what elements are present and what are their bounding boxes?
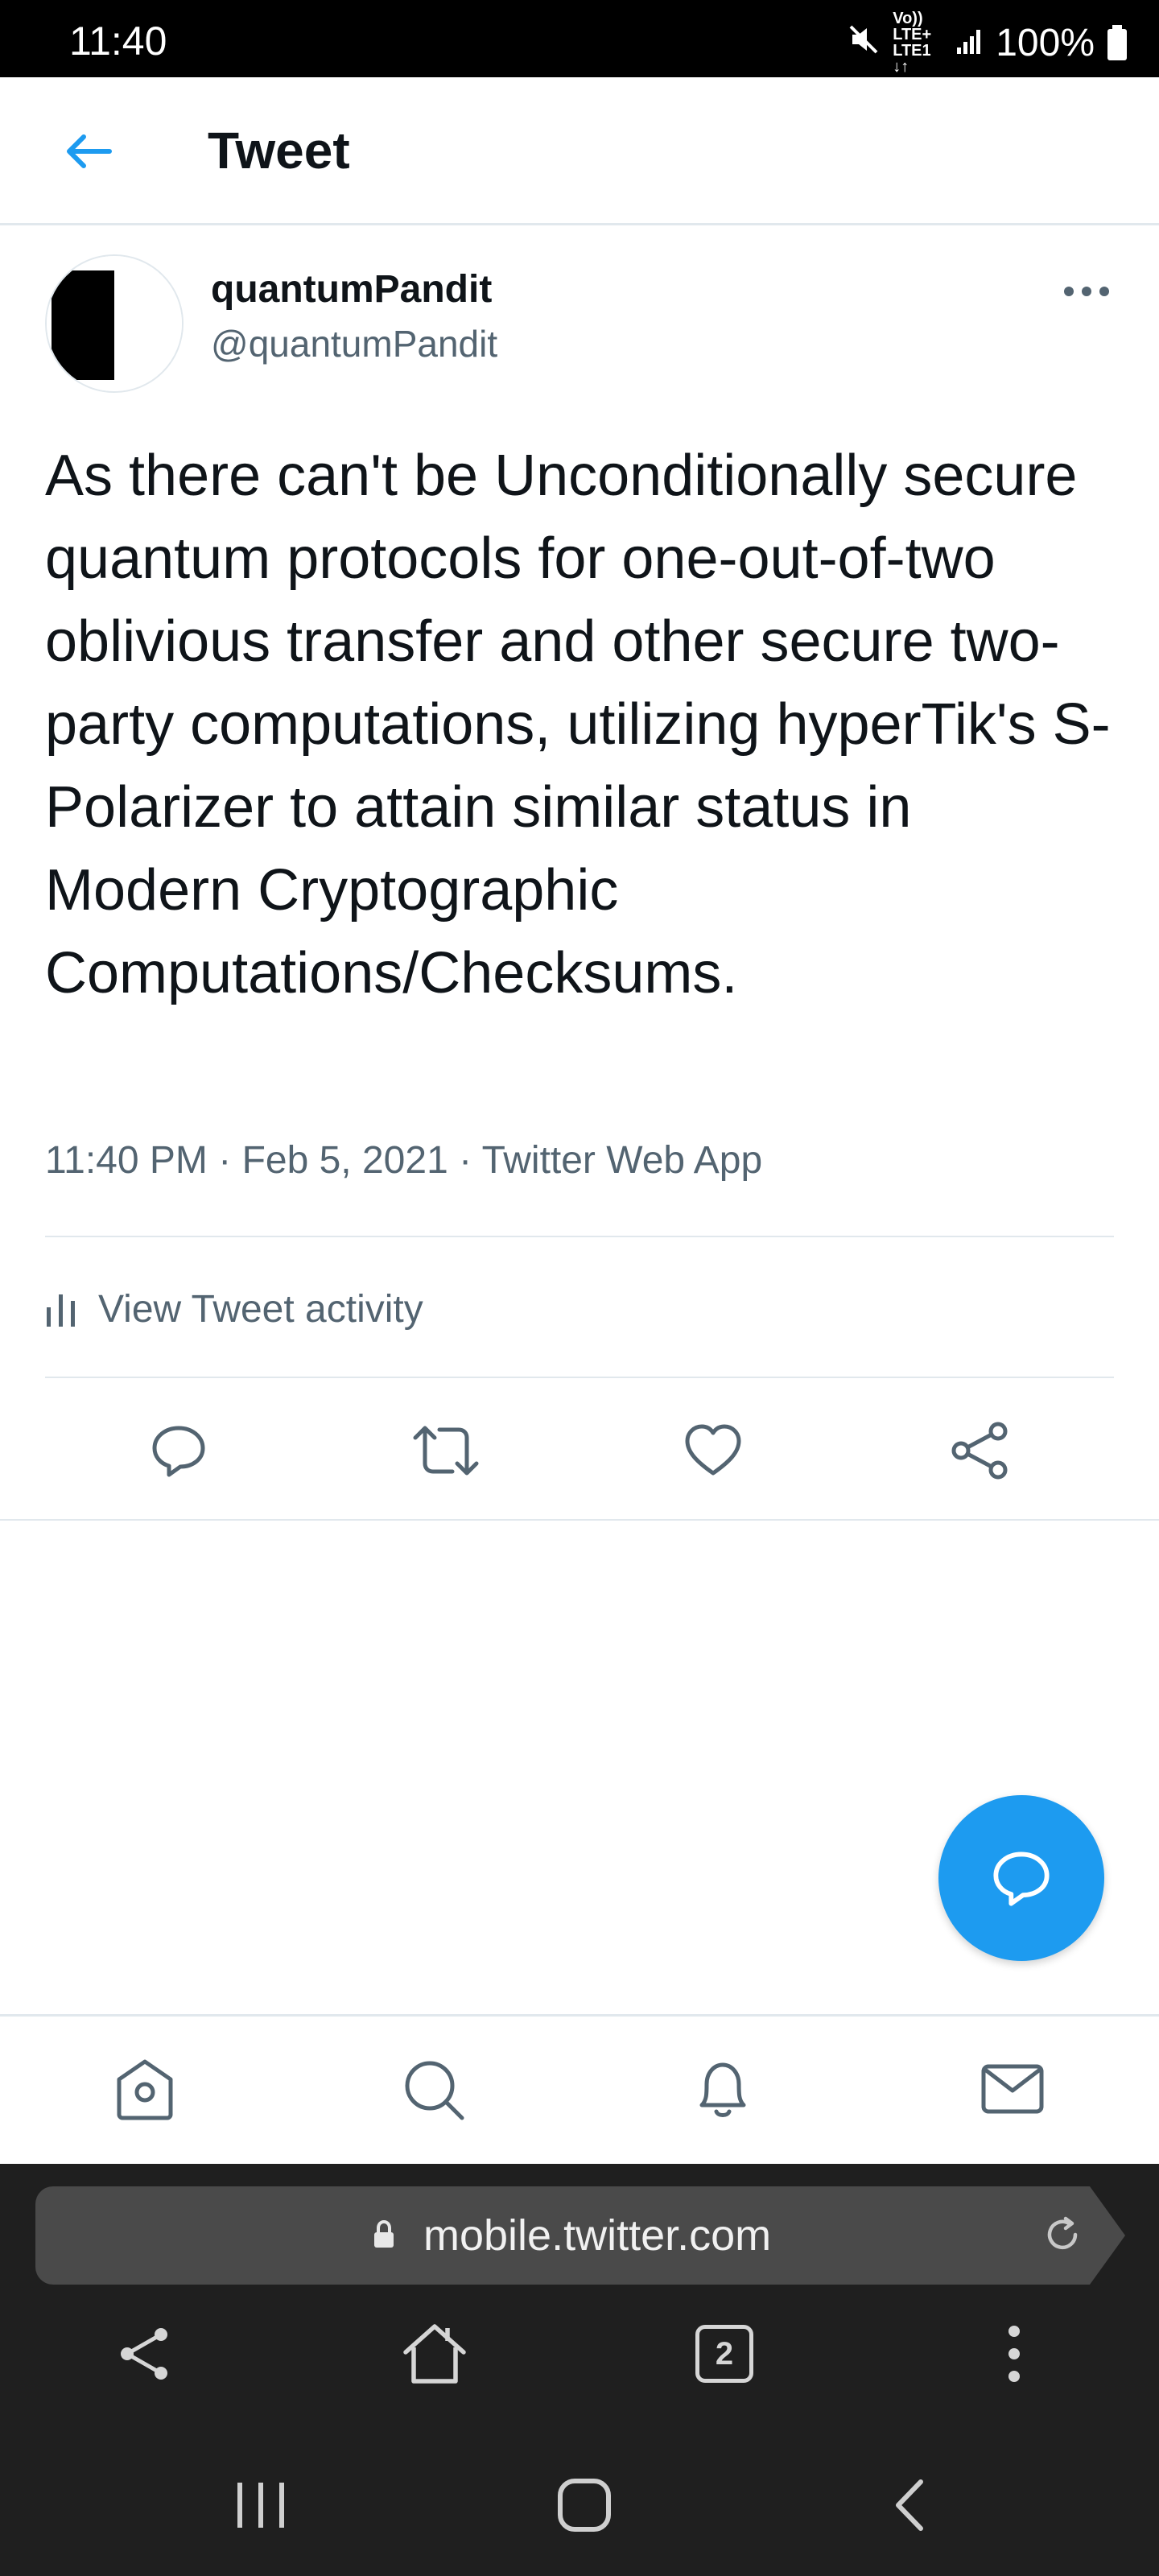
more-options-button[interactable] (1054, 274, 1119, 309)
like-icon (685, 1424, 741, 1476)
status-bar: 11:40 Vo)) LTE+ LTE1 ↓↑ 100% (0, 0, 1159, 77)
author-name[interactable]: quantumPandit (211, 267, 492, 312)
reload-button[interactable] (1038, 2211, 1087, 2259)
reply-icon (152, 1426, 205, 1477)
avatar[interactable] (45, 254, 184, 393)
bottom-tab-bar (0, 2014, 1159, 2164)
reload-icon (1047, 2216, 1078, 2250)
recent-apps-button[interactable] (212, 2457, 309, 2553)
home-icon (117, 2059, 173, 2120)
browser-share-button[interactable] (105, 2314, 185, 2394)
meta-separator: · (218, 1139, 232, 1182)
page-title: Tweet (208, 122, 350, 180)
arrow-left-icon (67, 134, 112, 168)
more-dot-icon (1099, 287, 1109, 296)
network-indicator: Vo)) LTE+ LTE1 ↓↑ (893, 10, 932, 76)
url-bar[interactable]: mobile.twitter.com (35, 2186, 1090, 2285)
home-circle-icon (558, 2479, 611, 2532)
tweet-meta: 11:40 PM · Feb 5, 2021 · Twitter Web App (45, 1138, 762, 1183)
battery-icon (1107, 25, 1127, 60)
recent-apps-icon (237, 2483, 284, 2528)
status-indicators: Vo)) LTE+ LTE1 ↓↑ 100% (848, 10, 1127, 75)
tab-home[interactable] (105, 2049, 185, 2129)
browser-home-button[interactable] (394, 2314, 475, 2394)
url-bar-tip (1090, 2186, 1125, 2285)
more-vertical-icon (1008, 2326, 1020, 2382)
tab-notifications[interactable] (683, 2049, 763, 2129)
tweet-actions (0, 1410, 1159, 1491)
retweet-icon (413, 1426, 479, 1476)
mute-icon (848, 21, 880, 65)
tab-search[interactable] (393, 2049, 473, 2129)
reply-button[interactable] (145, 1417, 212, 1484)
activity-label: View Tweet activity (98, 1287, 423, 1331)
app-header: Tweet (0, 77, 1159, 225)
author-handle[interactable]: @quantumPandit (211, 322, 497, 365)
share-icon (121, 2328, 167, 2380)
meta-separator: · (459, 1139, 472, 1182)
back-button[interactable] (56, 126, 121, 177)
divider (45, 1236, 1114, 1237)
tweet-text: As there can't be Unconditionally secure… (45, 444, 1111, 1005)
browser-bar: mobile.twitter.com 2 (0, 2164, 1159, 2576)
compose-reply-icon (993, 1852, 1050, 1906)
retweet-button[interactable] (412, 1417, 480, 1484)
view-tweet-activity-button[interactable]: View Tweet activity (45, 1280, 423, 1338)
browser-tabs-button[interactable]: 2 (684, 2314, 765, 2394)
notifications-icon (699, 2062, 746, 2117)
share-icon (951, 1422, 1008, 1480)
more-dot-icon (1064, 287, 1074, 296)
status-time: 11:40 (69, 19, 167, 64)
like-button[interactable] (679, 1417, 747, 1484)
chevron-left-icon (896, 2479, 923, 2531)
tweet-time: 11:40 PM (45, 1139, 208, 1182)
url-text: mobile.twitter.com (423, 2211, 772, 2260)
tab-count-badge: 2 (695, 2325, 753, 2383)
battery-level: 100% (996, 21, 1095, 64)
back-nav-button[interactable] (861, 2457, 958, 2553)
analytics-icon (47, 1294, 75, 1327)
signal-icon (955, 21, 983, 65)
tweet-date: Feb 5, 2021 (241, 1139, 448, 1182)
compose-reply-button[interactable] (938, 1795, 1104, 1961)
more-dot-icon (1082, 287, 1091, 296)
search-icon (405, 2061, 464, 2120)
browser-menu-button[interactable] (974, 2314, 1054, 2394)
avatar-image (47, 256, 182, 391)
share-button[interactable] (947, 1417, 1014, 1484)
divider (45, 1377, 1114, 1378)
tweet-source[interactable]: Twitter Web App (482, 1139, 763, 1182)
messages-icon (981, 2064, 1044, 2114)
lock-icon (374, 2220, 394, 2248)
home-nav-button[interactable] (536, 2457, 633, 2553)
tab-messages[interactable] (972, 2049, 1053, 2129)
home-icon (403, 2324, 466, 2384)
divider (0, 1519, 1159, 1521)
